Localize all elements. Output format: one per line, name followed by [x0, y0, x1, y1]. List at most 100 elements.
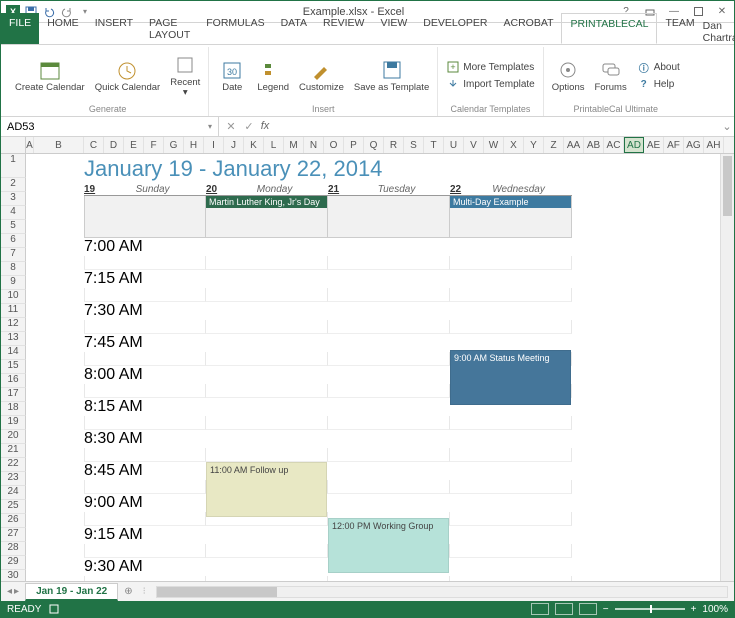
macro-record-icon[interactable] — [49, 604, 59, 615]
time-cell[interactable] — [328, 480, 450, 494]
col-header[interactable]: AB — [584, 137, 604, 153]
row-header[interactable]: 15 — [1, 360, 26, 374]
save-template-button[interactable]: Save as Template — [352, 57, 431, 95]
time-cell[interactable] — [84, 448, 206, 462]
allday-cell[interactable] — [328, 196, 450, 238]
date-button[interactable]: 30Date — [215, 57, 249, 95]
row-header[interactable]: 20 — [1, 430, 26, 444]
col-header[interactable]: G — [164, 137, 184, 153]
vertical-scrollbar[interactable] — [720, 154, 734, 581]
col-header[interactable]: P — [344, 137, 364, 153]
time-cell[interactable] — [450, 288, 572, 302]
col-header[interactable]: U — [444, 137, 464, 153]
col-header[interactable]: B — [34, 137, 84, 153]
time-cell[interactable] — [328, 288, 450, 302]
calendar-event[interactable]: 12:00 PM Working Group — [328, 518, 449, 573]
about-button[interactable]: ⓘAbout — [635, 59, 682, 75]
row-header[interactable]: 25 — [1, 500, 26, 514]
time-cell[interactable] — [328, 256, 450, 270]
tab-view[interactable]: VIEW — [372, 13, 415, 44]
row-header[interactable]: 21 — [1, 444, 26, 458]
time-cell[interactable] — [84, 480, 206, 494]
col-header[interactable]: D — [104, 137, 124, 153]
page-break-button[interactable] — [579, 603, 597, 615]
scrollbar-thumb[interactable] — [723, 156, 732, 216]
row-header[interactable]: 18 — [1, 402, 26, 416]
col-header[interactable]: E — [124, 137, 144, 153]
row-header[interactable]: 29 — [1, 556, 26, 570]
time-cell[interactable] — [84, 288, 206, 302]
col-header[interactable]: AA — [564, 137, 584, 153]
row-header[interactable]: 8 — [1, 262, 26, 276]
col-header[interactable]: W — [484, 137, 504, 153]
tab-home[interactable]: HOME — [39, 13, 87, 44]
scrollbar-thumb[interactable] — [157, 587, 277, 597]
tab-acrobat[interactable]: ACROBAT — [496, 13, 562, 44]
legend-button[interactable]: Legend — [255, 57, 291, 95]
row-header[interactable]: 2 — [1, 178, 26, 192]
time-cell[interactable] — [84, 544, 206, 558]
col-header[interactable]: AE — [644, 137, 664, 153]
sheet-nav[interactable]: ◂▸ — [1, 586, 25, 597]
time-cell[interactable] — [206, 384, 328, 398]
calendar-event[interactable]: 9:00 AM Status Meeting — [450, 350, 571, 405]
col-header[interactable]: X — [504, 137, 524, 153]
row-header[interactable]: 10 — [1, 290, 26, 304]
tab-page-layout[interactable]: PAGE LAYOUT — [141, 13, 198, 44]
col-header[interactable]: R — [384, 137, 404, 153]
col-header[interactable]: L — [264, 137, 284, 153]
horizontal-scrollbar[interactable] — [156, 586, 728, 598]
col-header[interactable]: F — [144, 137, 164, 153]
tab-developer[interactable]: DEVELOPER — [415, 13, 495, 44]
col-header[interactable]: AH — [704, 137, 724, 153]
row-header[interactable]: 24 — [1, 486, 26, 500]
calendar-event[interactable]: 11:00 AM Follow up — [206, 462, 327, 517]
col-header[interactable]: T — [424, 137, 444, 153]
time-cell[interactable] — [328, 416, 450, 430]
time-cell[interactable] — [84, 416, 206, 430]
time-cell[interactable] — [84, 320, 206, 334]
allday-cell[interactable]: Multi-Day Example — [450, 196, 572, 238]
col-header[interactable]: AC — [604, 137, 624, 153]
row-header[interactable]: 11 — [1, 304, 26, 318]
time-cell[interactable] — [328, 320, 450, 334]
customize-button[interactable]: Customize — [297, 57, 346, 95]
row-header[interactable]: 4 — [1, 206, 26, 220]
time-cell[interactable] — [206, 448, 328, 462]
col-header[interactable]: N — [304, 137, 324, 153]
create-calendar-button[interactable]: Create Calendar — [13, 57, 87, 95]
row-header[interactable]: 6 — [1, 234, 26, 248]
time-cell[interactable] — [450, 256, 572, 270]
sheet-tab[interactable]: Jan 19 - Jan 22 — [25, 583, 118, 601]
time-cell[interactable] — [450, 480, 572, 494]
col-header[interactable]: Q — [364, 137, 384, 153]
time-cell[interactable] — [450, 448, 572, 462]
col-header[interactable]: M — [284, 137, 304, 153]
row-header[interactable]: 14 — [1, 346, 26, 360]
forums-button[interactable]: Forums — [593, 57, 629, 95]
import-template-button[interactable]: Import Template — [444, 76, 537, 92]
time-cell[interactable] — [206, 544, 328, 558]
row-header[interactable]: 13 — [1, 332, 26, 346]
time-cell[interactable] — [206, 256, 328, 270]
allday-cell[interactable] — [84, 196, 206, 238]
time-cell[interactable] — [84, 352, 206, 366]
select-all-corner[interactable] — [1, 137, 26, 153]
time-cell[interactable] — [328, 448, 450, 462]
time-cell[interactable] — [206, 416, 328, 430]
col-header[interactable]: K — [244, 137, 264, 153]
col-header[interactable]: AF — [664, 137, 684, 153]
close-icon[interactable]: ✕ — [710, 2, 734, 22]
normal-view-button[interactable] — [531, 603, 549, 615]
tab-insert[interactable]: INSERT — [87, 13, 141, 44]
col-header[interactable]: V — [464, 137, 484, 153]
allday-event[interactable]: Multi-Day Example — [450, 196, 571, 208]
row-header[interactable]: 17 — [1, 388, 26, 402]
time-cell[interactable] — [328, 352, 450, 366]
time-cell[interactable] — [84, 384, 206, 398]
help-button[interactable]: ?Help — [635, 76, 677, 92]
cancel-icon[interactable]: ✕ — [223, 120, 239, 133]
enter-icon[interactable]: ✓ — [241, 120, 257, 133]
tab-team[interactable]: TEAM — [657, 13, 702, 44]
time-cell[interactable] — [450, 320, 572, 334]
